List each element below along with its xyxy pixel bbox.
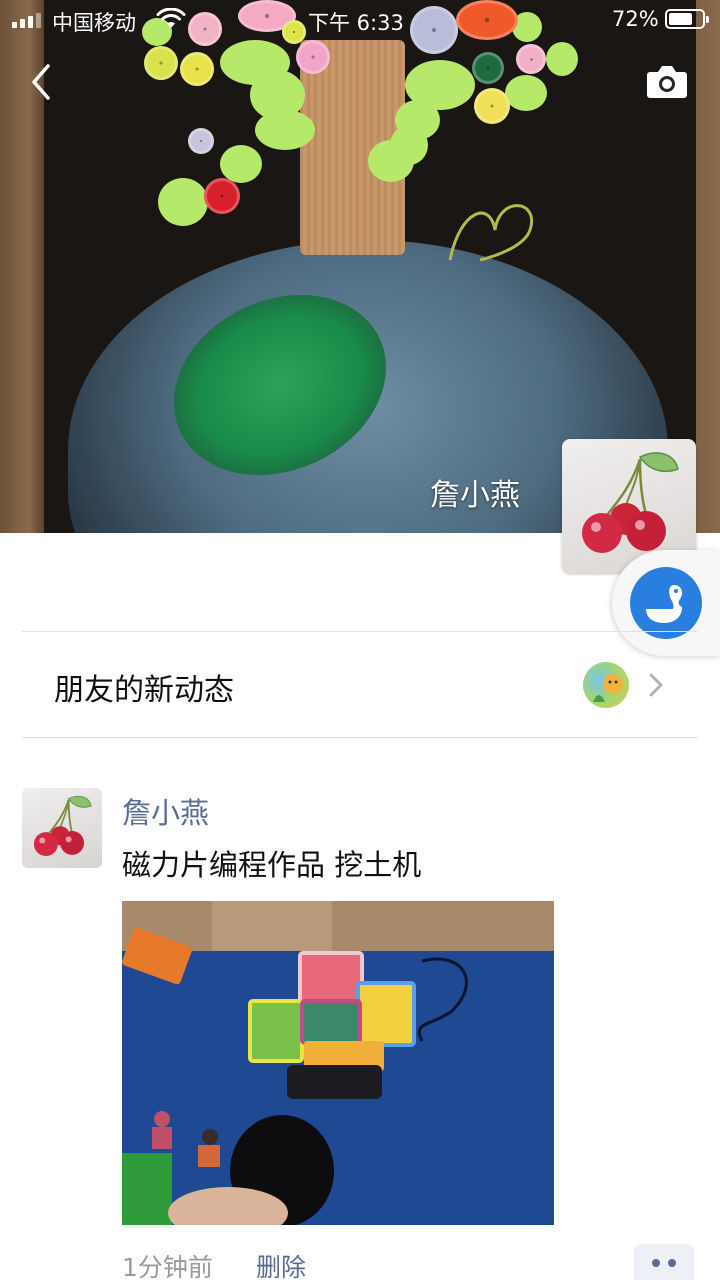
post-text: 磁力片编程作品 挖土机: [122, 848, 422, 882]
cover-button-bead: [296, 40, 330, 74]
cover-leaf: [546, 42, 578, 76]
camera-button[interactable]: [640, 60, 694, 104]
battery-percent: 72%: [612, 7, 659, 31]
status-bar: 中国移动 下午 6:33 72%: [0, 0, 720, 40]
cellular-signal-icon: [12, 12, 41, 28]
cover-leaf: [220, 145, 262, 183]
more-dots-icon: [668, 1259, 676, 1267]
cover-button-bead: [180, 52, 214, 86]
cover-leaf: [255, 110, 315, 150]
battery-icon: [665, 9, 709, 29]
more-dots-icon: [652, 1259, 660, 1267]
camera-icon: [647, 66, 687, 98]
post-timestamp: 1分钟前: [122, 1253, 213, 1280]
cover-button-bead: [474, 88, 510, 124]
cherry-icon: [33, 795, 92, 857]
status-time: 下午 6:33: [308, 11, 404, 35]
profile-name[interactable]: 詹小燕: [380, 470, 520, 514]
cover-leaf: [368, 140, 414, 182]
cover-heart-doodle: [448, 204, 534, 262]
cover-button-bead: [188, 128, 214, 154]
post-author-avatar[interactable]: [22, 788, 102, 868]
cover-leaf: [158, 178, 208, 226]
bird-logo-icon: [630, 567, 702, 639]
friends-updates-row[interactable]: 朋友的新动态: [0, 632, 720, 737]
post-more-button[interactable]: [634, 1244, 694, 1280]
cover-leaf: [505, 75, 547, 111]
cover-button-bead: [472, 52, 504, 84]
back-button[interactable]: [22, 60, 62, 104]
wifi-icon: [156, 8, 186, 28]
cover-button-bead: [204, 178, 240, 214]
divider: [22, 737, 698, 738]
chevron-right-icon: [649, 673, 663, 697]
post-video-thumbnail[interactable]: [122, 901, 554, 1225]
friend-avatar: [583, 662, 629, 708]
cover-button-bead: [144, 46, 178, 80]
post-author-name[interactable]: 詹小燕: [122, 790, 209, 832]
cover-button-bead: [516, 44, 546, 74]
carrier-name: 中国移动: [52, 11, 136, 35]
friends-updates-label: 朋友的新动态: [54, 673, 234, 708]
post-delete-link[interactable]: 删除: [256, 1248, 306, 1280]
post-photo-content: [122, 901, 554, 1225]
chevron-left-icon: [32, 64, 50, 100]
